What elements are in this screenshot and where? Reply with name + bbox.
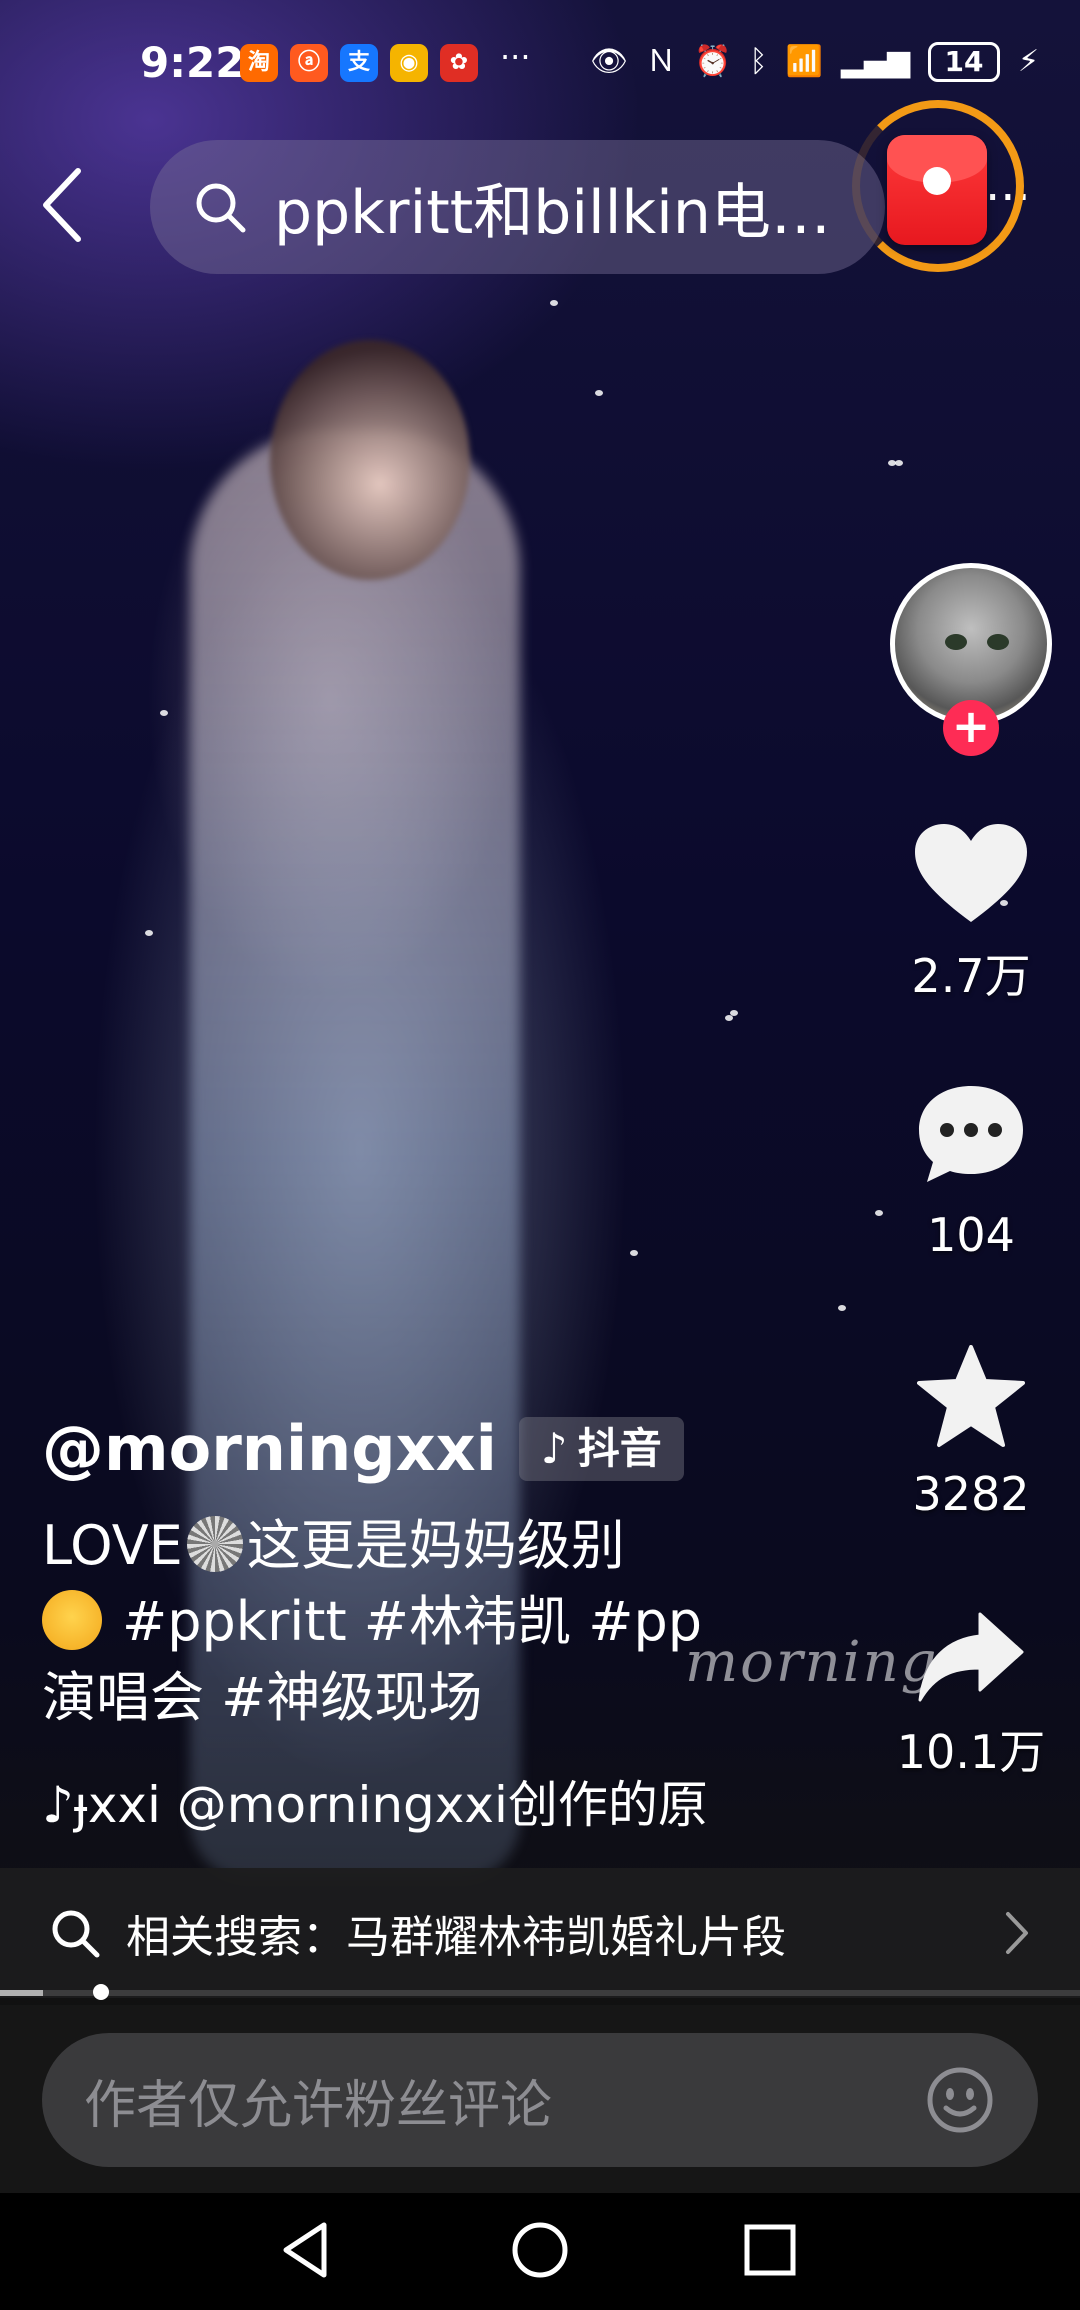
comment-input[interactable]: 作者仅允许粉丝评论 — [42, 2033, 1038, 2167]
alarm-icon: ⏰ — [694, 44, 732, 79]
pinduoduo-icon: ✿ — [440, 44, 478, 82]
wifi-icon: 📶 — [785, 44, 823, 79]
music-title: ɟxxi @morningxxi创作的原 — [73, 1776, 708, 1834]
nav-home-icon[interactable] — [505, 2215, 575, 2285]
video-caption[interactable]: LOVE 这更是妈妈级别 #ppkritt #林祎凯 #pp 演唱会 #神级现场 — [42, 1508, 712, 1736]
disco-ball-icon — [186, 1516, 243, 1572]
status-time: 9:22 — [140, 38, 245, 87]
music-note-icon: ♪ — [42, 1776, 74, 1834]
red-packet-icon[interactable] — [887, 135, 987, 245]
caption-line-1: LOVE 这更是妈妈级别 — [42, 1508, 712, 1584]
chevron-right-icon — [1006, 1912, 1028, 1954]
battery-indicator: 14 — [928, 42, 1001, 82]
douyin-badge-label: 抖音 — [577, 1423, 662, 1473]
chevron-left-icon — [43, 168, 81, 242]
status-more-icon: ··· — [500, 38, 531, 76]
alipay-icon: 支 — [340, 44, 378, 82]
emoji-icon[interactable] — [926, 2066, 994, 2134]
weibo-icon: ◉ — [390, 44, 428, 82]
1688-icon: ⓐ — [290, 44, 328, 82]
comment-placeholder: 作者仅允许粉丝评论 — [84, 2075, 553, 2136]
video-progress-fill — [0, 1990, 43, 1996]
comment-bubble-icon — [919, 1086, 1023, 1182]
video-progress-bar[interactable] — [0, 1984, 1080, 2000]
like-count: 2.7万 — [911, 949, 1031, 1003]
avatar-eye-right — [987, 634, 1009, 650]
caption-hashtags-2[interactable]: 演唱会 #神级现场 — [42, 1666, 482, 1729]
like-button[interactable]: 2.7万 — [890, 822, 1052, 1006]
comment-count: 104 — [927, 1208, 1015, 1262]
search-bar[interactable]: ppkritt和billkin电… — [150, 140, 885, 274]
taobao-icon: 淘 — [240, 44, 278, 82]
charging-icon: ⚡ — [1018, 44, 1040, 79]
creator-username[interactable]: @morningxxi — [42, 1412, 497, 1485]
follow-button[interactable]: + — [943, 700, 999, 756]
notification-app-icons: 淘 ⓐ 支 ◉ ✿ — [240, 44, 478, 82]
performer-head — [270, 340, 470, 580]
douyin-badge: ♪ 抖音 — [518, 1416, 684, 1481]
eye-comfort-icon: 👁 — [590, 44, 629, 79]
back-button[interactable] — [38, 165, 88, 245]
video-progress-handle[interactable] — [93, 1984, 109, 2000]
caption-line-2: #ppkritt #林祎凯 #pp — [42, 1584, 712, 1660]
cellular-signal-icon: ▂▄▆ — [840, 44, 911, 79]
comment-area: 作者仅允许粉丝评论 — [0, 2005, 1080, 2193]
heart-icon — [915, 824, 1027, 922]
share-count: 10.1万 — [896, 1725, 1046, 1779]
share-arrow-icon — [918, 1612, 1024, 1702]
caption-header: @morningxxi ♪ 抖音 — [42, 1412, 684, 1485]
favorite-count: 3282 — [912, 1467, 1030, 1521]
related-search-bar[interactable]: 相关搜索：马群耀林祎凯婚礼片段 — [0, 1868, 1080, 1998]
music-info[interactable]: ♪ɟxxi @morningxxi创作的原 — [42, 1765, 712, 1837]
favorite-button[interactable]: 3282 — [890, 1345, 1052, 1521]
nav-back-icon[interactable] — [272, 2215, 342, 2285]
system-status-icons: 👁 Ｎ ⏰ ᛒ 📶 ▂▄▆ 14 ⚡ — [590, 42, 1039, 82]
search-icon — [196, 183, 246, 233]
bluetooth-icon: ᛒ — [749, 44, 768, 79]
caption-line-3: 演唱会 #神级现场 — [42, 1660, 712, 1736]
douyin-note-icon: ♪ — [540, 1423, 568, 1473]
comment-button[interactable]: 104 — [890, 1082, 1052, 1262]
search-icon — [52, 1910, 100, 1958]
nfc-icon: Ｎ — [646, 44, 677, 79]
search-query: ppkritt和billkin电… — [274, 177, 831, 248]
caption-hashtags-1[interactable]: #ppkritt #林祎凯 #pp — [122, 1590, 702, 1653]
star-icon — [917, 1345, 1025, 1447]
status-bar: 9:22 淘 ⓐ 支 ◉ ✿ ··· 👁 Ｎ ⏰ ᛒ 📶 ▂▄▆ 14 ⚡ — [0, 30, 1080, 100]
caption-text-1: 这更是妈妈级别 — [246, 1514, 625, 1577]
caption-text-love: LOVE — [42, 1514, 183, 1577]
avatar-eye-left — [945, 634, 967, 650]
nav-recents-icon[interactable] — [735, 2215, 805, 2285]
pleading-face-icon — [42, 1590, 102, 1650]
system-navigation-bar — [0, 2193, 1080, 2310]
share-button[interactable]: 10.1万 — [890, 1610, 1052, 1782]
related-search-label: 相关搜索：马群耀林祎凯婚礼片段 — [126, 1912, 786, 1963]
